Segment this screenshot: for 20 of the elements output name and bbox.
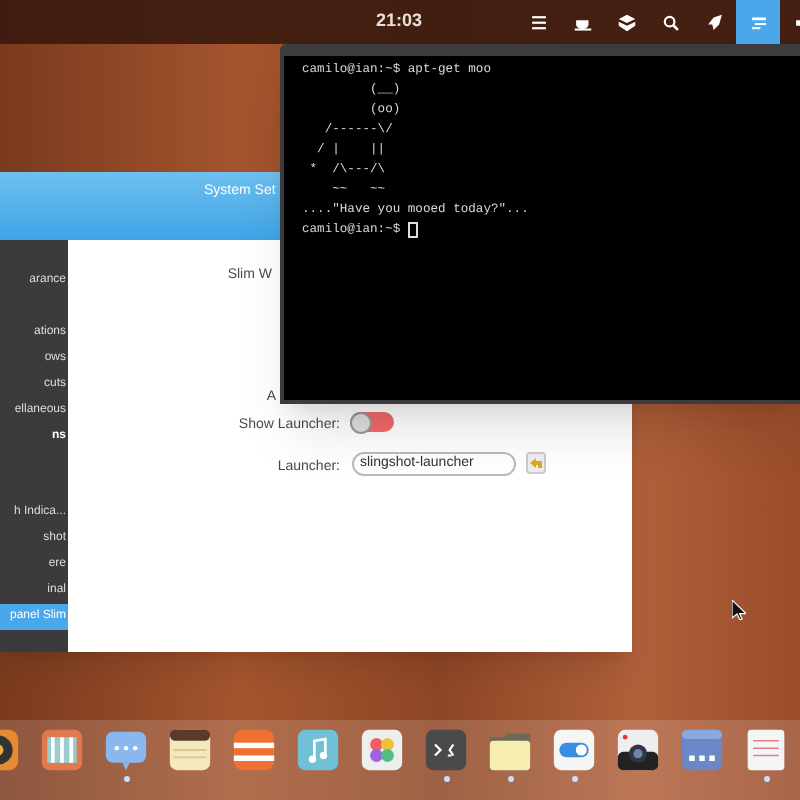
terminal-icon[interactable] — [424, 728, 468, 772]
clock: 21:03 — [376, 8, 423, 34]
search-icon — [659, 11, 681, 33]
window-icon[interactable] — [680, 728, 724, 772]
bookshelf-icon[interactable] — [40, 728, 84, 772]
folder-icon[interactable] — [488, 728, 532, 772]
toggle-icon[interactable] — [552, 728, 596, 772]
speech-bubble-icon[interactable] — [104, 728, 148, 772]
mouse-pointer-icon — [732, 600, 746, 620]
camera-icon[interactable] — [616, 728, 660, 772]
toggle-switch[interactable] — [350, 412, 394, 432]
flower-icon[interactable] — [360, 728, 404, 772]
undo-arrow-icon — [529, 457, 543, 469]
notepad-icon[interactable] — [168, 728, 212, 772]
text-cursor — [407, 222, 418, 238]
document-icon[interactable] — [744, 728, 788, 772]
menu-icon — [527, 11, 549, 33]
rocket-icon — [703, 11, 725, 33]
striped-barrel-icon[interactable] — [232, 728, 276, 772]
music-note-icon[interactable] — [296, 728, 340, 772]
